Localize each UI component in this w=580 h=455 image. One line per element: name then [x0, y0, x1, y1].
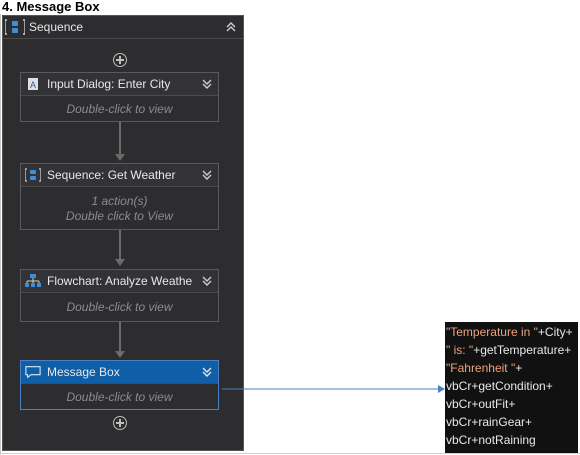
activity-header[interactable]: Message Box: [21, 361, 218, 383]
message-box-icon: [25, 364, 41, 380]
input-dialog-icon: A: [25, 76, 41, 92]
code-line: vbCr+notRaining: [445, 431, 578, 449]
activity-header[interactable]: A Input Dialog: Enter City: [21, 73, 218, 95]
chevron-double-down-icon[interactable]: [200, 364, 214, 380]
activity-body[interactable]: 1 action(s) Double click to View: [21, 186, 218, 230]
sequence-icon: [4, 19, 26, 35]
arrow-head: [115, 351, 125, 358]
activity-flowchart-analyze-weather[interactable]: Flowchart: Analyze Weathe Double-click t…: [20, 269, 219, 322]
plus-circle-icon[interactable]: [113, 53, 127, 67]
flowchart-icon: [25, 273, 41, 289]
string-literal: "Fahrenheit ": [446, 361, 516, 375]
activity-hint: Double click to View: [65, 208, 174, 223]
arrow-head: [115, 154, 125, 161]
code-text: +: [515, 361, 523, 375]
sequence-icon: [25, 167, 41, 183]
code-text: +City+: [537, 325, 573, 339]
activity-title: Sequence: Get Weather: [47, 168, 176, 182]
arrow-head: [115, 259, 125, 266]
activity-hint: Double-click to view: [66, 389, 173, 404]
activity-title: Message Box: [47, 365, 120, 379]
activity-action-count: 1 action(s): [91, 193, 148, 208]
flow-connector: [119, 121, 121, 157]
activity-body[interactable]: Double-click to view: [21, 292, 218, 322]
code-text: +getTemperature+: [473, 343, 572, 357]
section-heading: 4. Message Box: [2, 0, 100, 14]
code-line: vbCr+getCondition+: [445, 377, 578, 395]
code-text: vbCr+outFit+: [446, 397, 516, 411]
activity-title: Flowchart: Analyze Weathe: [47, 274, 193, 288]
code-line: " is: "+getTemperature+: [445, 341, 578, 359]
activity-header[interactable]: Sequence: Get Weather: [21, 164, 218, 186]
activity-header[interactable]: Flowchart: Analyze Weathe: [21, 270, 218, 292]
flow-connector: [119, 321, 121, 354]
chevron-double-down-icon[interactable]: [200, 273, 214, 289]
code-line: "Fahrenheit "+: [445, 359, 578, 377]
activity-hint: Double-click to view: [66, 300, 173, 314]
activity-message-box[interactable]: Message Box Double-click to view: [20, 360, 219, 410]
code-line: vbCr+rainGear+: [445, 413, 578, 431]
string-literal: " is: ": [446, 343, 474, 357]
left-guide: [0, 14, 1, 455]
string-literal: "Temperature in ": [446, 325, 538, 339]
svg-text:A: A: [30, 80, 36, 90]
code-line: vbCr+outFit+: [445, 395, 578, 413]
flow-connector: [119, 229, 121, 262]
code-text: vbCr+rainGear+: [446, 415, 533, 429]
activity-body[interactable]: Double-click to view: [21, 383, 218, 410]
activity-body[interactable]: Double-click to view: [21, 95, 218, 122]
sequence-header[interactable]: Sequence: [3, 16, 243, 39]
plus-circle-icon[interactable]: [113, 416, 127, 430]
activity-input-dialog[interactable]: A Input Dialog: Enter City Double-click …: [20, 72, 219, 122]
code-line: "Temperature in "+City+: [445, 323, 578, 341]
code-text: vbCr+notRaining: [446, 433, 536, 447]
chevron-double-down-icon[interactable]: [200, 76, 214, 92]
sequence-title: Sequence: [29, 20, 84, 34]
bottom-guide: [0, 453, 580, 454]
chevron-double-down-icon[interactable]: [200, 167, 214, 183]
activity-title: Input Dialog: Enter City: [47, 77, 171, 91]
activity-sequence-get-weather[interactable]: Sequence: Get Weather 1 action(s) Double…: [20, 163, 219, 230]
code-text: vbCr+getCondition+: [446, 379, 553, 393]
activity-hint: Double-click to view: [66, 101, 173, 116]
chevron-double-up-icon[interactable]: [223, 19, 239, 35]
message-expression: "Temperature in "+City+ " is: "+getTempe…: [445, 322, 578, 453]
